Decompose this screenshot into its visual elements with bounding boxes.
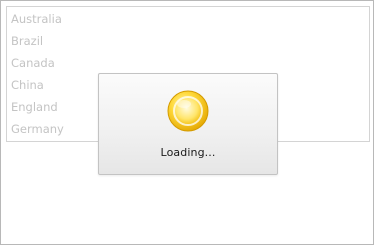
list-item[interactable]: Brazil: [11, 32, 43, 50]
loading-spinner-icon: [167, 90, 209, 132]
loading-overlay: Loading...: [98, 73, 278, 175]
list-item[interactable]: England: [11, 98, 58, 116]
list-item[interactable]: Australia: [11, 10, 62, 28]
app-window: Australia Brazil Canada China England Ge…: [0, 0, 374, 245]
list-item[interactable]: Germany: [11, 120, 64, 138]
list-item[interactable]: Canada: [11, 54, 55, 72]
loading-text: Loading...: [160, 146, 216, 159]
list-item[interactable]: China: [11, 76, 44, 94]
